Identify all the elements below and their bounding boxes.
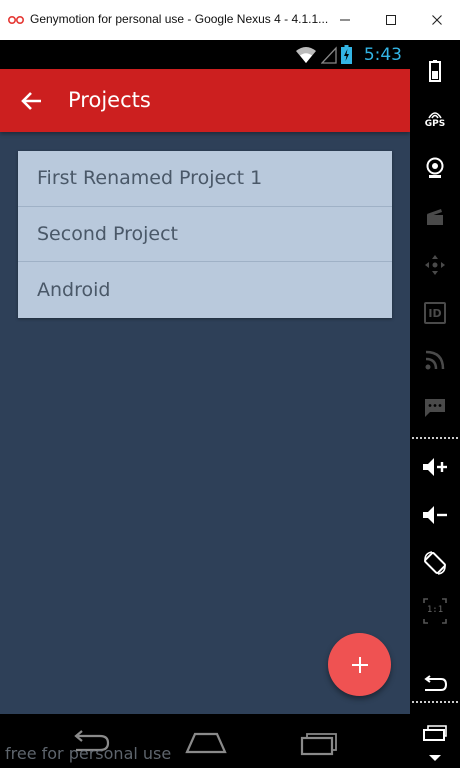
battery-charging-icon	[341, 45, 352, 64]
window-titlebar: Genymotion for personal use - Google Nex…	[0, 0, 460, 40]
window-title: Genymotion for personal use - Google Nex…	[30, 12, 329, 26]
nav-home-icon[interactable]	[184, 728, 228, 756]
back-button[interactable]	[410, 664, 460, 704]
status-icons	[295, 45, 352, 64]
back-icon	[424, 675, 448, 691]
project-list-item[interactable]: Android	[18, 262, 392, 318]
sms-widget-button[interactable]	[410, 388, 460, 428]
watermark-text: free for personal use	[5, 744, 172, 763]
status-bar: 5:43	[0, 40, 410, 69]
page-title: Projects	[68, 88, 151, 112]
rotate-button[interactable]	[410, 543, 460, 583]
app-bar: Projects	[0, 69, 410, 132]
recent-apps-icon	[423, 725, 447, 741]
minimize-button[interactable]	[322, 0, 368, 40]
status-time: 5:43	[363, 45, 402, 65]
rotate-icon	[424, 551, 446, 575]
id-icon: ID	[424, 302, 446, 324]
project-list: First Renamed Project 1 Second Project A…	[18, 151, 392, 318]
recent-apps-button[interactable]	[410, 712, 460, 752]
pixel-perfect-button[interactable]: 1:1	[410, 591, 460, 631]
webcam-widget-button[interactable]	[410, 148, 460, 188]
menu-button[interactable]	[410, 748, 460, 768]
rss-icon	[425, 350, 445, 370]
capture-widget-button[interactable]	[410, 197, 460, 237]
id-label: ID	[428, 306, 442, 320]
toolbar-separator	[412, 701, 458, 703]
battery-widget-button[interactable]	[410, 51, 460, 91]
gps-icon	[428, 111, 442, 118]
battery-icon	[429, 60, 441, 82]
dpad-widget-button[interactable]	[410, 245, 460, 285]
back-arrow-icon[interactable]	[18, 87, 46, 115]
toolbar-separator	[412, 437, 458, 439]
scale-label: 1:1	[426, 605, 444, 615]
cell-signal-icon	[321, 45, 337, 64]
maximize-button[interactable]	[368, 0, 414, 40]
gps-label: GPS	[424, 118, 446, 129]
volume-down-icon	[423, 506, 447, 524]
plus-icon	[351, 656, 368, 673]
volume-down-button[interactable]	[410, 495, 460, 535]
device-screen: 5:43 Projects First Renamed Project 1 Se…	[0, 40, 410, 768]
close-button[interactable]	[414, 0, 460, 40]
volume-up-icon	[423, 458, 447, 476]
project-list-item[interactable]: First Renamed Project 1	[18, 151, 392, 207]
project-list-item[interactable]: Second Project	[18, 207, 392, 262]
volume-up-button[interactable]	[410, 447, 460, 487]
gps-widget-button[interactable]: GPS	[410, 99, 460, 139]
genymotion-logo-icon	[8, 16, 24, 24]
menu-icon	[429, 755, 441, 761]
add-project-button[interactable]	[328, 633, 391, 696]
close-icon	[432, 15, 442, 25]
webcam-icon	[426, 157, 444, 178]
nav-recent-apps-icon[interactable]	[298, 728, 342, 756]
network-widget-button[interactable]	[410, 340, 460, 380]
device-id-widget-button[interactable]: ID	[410, 293, 460, 333]
sms-icon	[425, 399, 445, 417]
emulator-toolbar: GPS ID 1:1	[410, 40, 460, 768]
clapper-icon	[427, 209, 443, 225]
wifi-icon	[296, 46, 316, 63]
minimize-icon	[340, 19, 350, 21]
maximize-icon	[386, 15, 396, 25]
dpad-icon	[425, 255, 445, 275]
